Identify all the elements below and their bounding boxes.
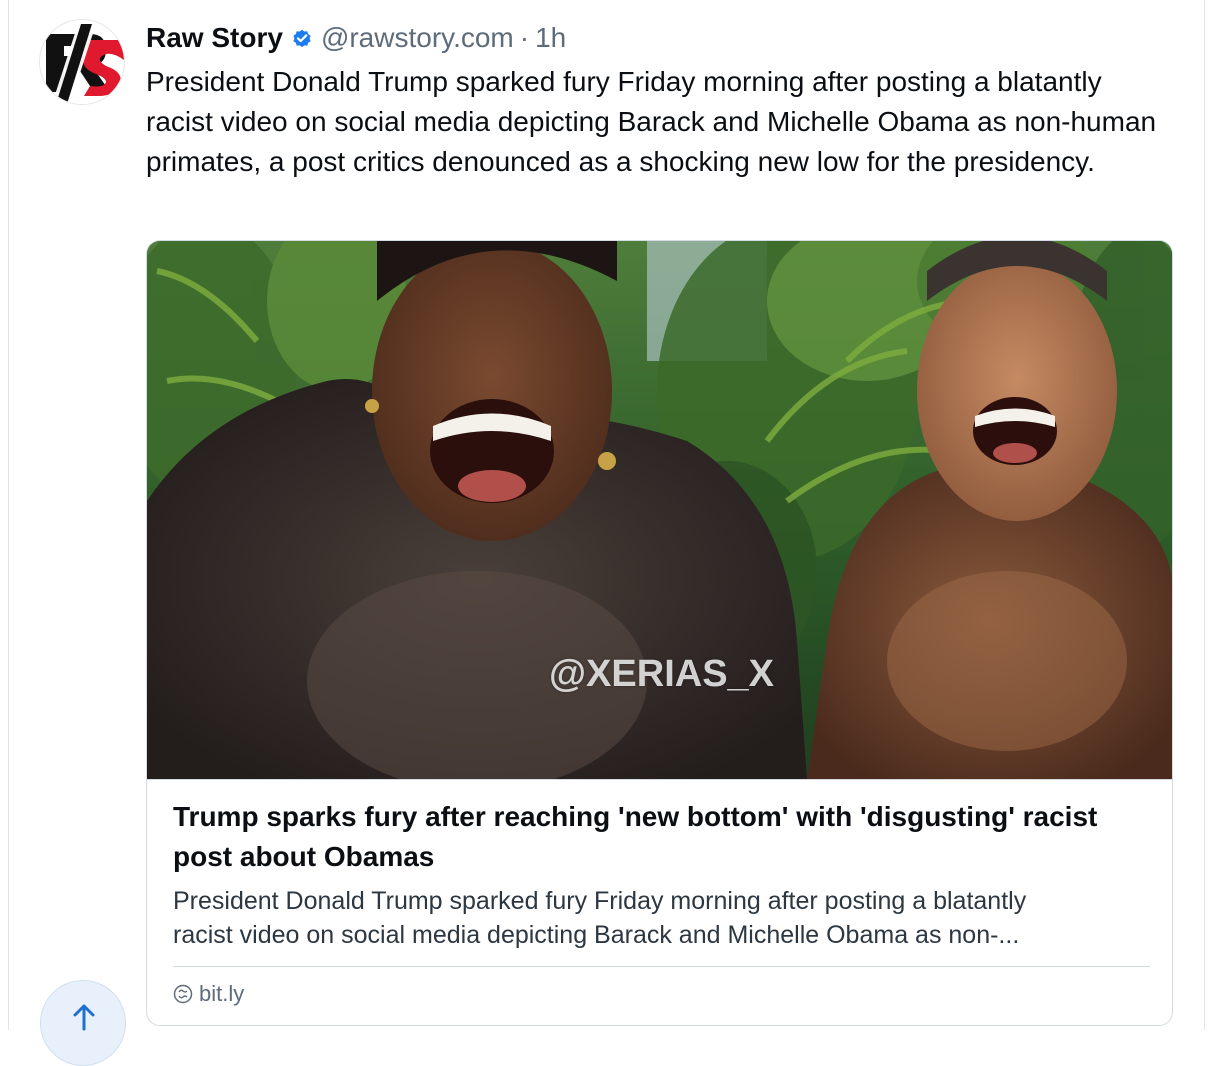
arrow-up-icon — [73, 1004, 95, 1031]
link-preview-description: President Donald Trump sparked fury Frid… — [173, 887, 1027, 949]
card-divider — [173, 966, 1150, 967]
link-domain-text: bit.ly — [199, 981, 245, 1006]
frame-border-left — [8, 0, 9, 1030]
author-name[interactable]: Raw Story — [146, 22, 283, 54]
post-header: Raw Story @rawstory.com · 1h — [146, 20, 566, 56]
frame-border-right — [1204, 0, 1205, 1030]
post-body-text: President Donald Trump sparked fury Frid… — [146, 66, 1157, 177]
post-container: Raw Story @rawstory.com · 1h President D… — [0, 0, 1209, 1066]
link-preview-title[interactable]: Trump sparks fury after reaching 'new bo… — [173, 797, 1148, 877]
verified-check-icon — [293, 29, 311, 48]
meta-separator: · — [519, 22, 530, 53]
author-handle[interactable]: @rawstory.com — [321, 22, 514, 54]
rs-logo — [40, 20, 124, 104]
image-watermark: @XERIAS_X — [549, 653, 775, 695]
post-timestamp[interactable]: 1h — [535, 22, 566, 54]
scroll-to-top-button[interactable] — [40, 980, 126, 1066]
link-preview-domain[interactable]: bit.ly — [173, 979, 244, 1009]
globe-link-icon — [173, 984, 193, 1004]
jungle-scene-image — [147, 241, 1172, 779]
author-avatar[interactable] — [40, 20, 124, 104]
link-preview-card[interactable]: @XERIAS_X Trump sparks fury after reachi… — [146, 240, 1173, 1026]
link-preview-image: @XERIAS_X — [147, 241, 1172, 779]
image-divider — [147, 779, 1172, 780]
